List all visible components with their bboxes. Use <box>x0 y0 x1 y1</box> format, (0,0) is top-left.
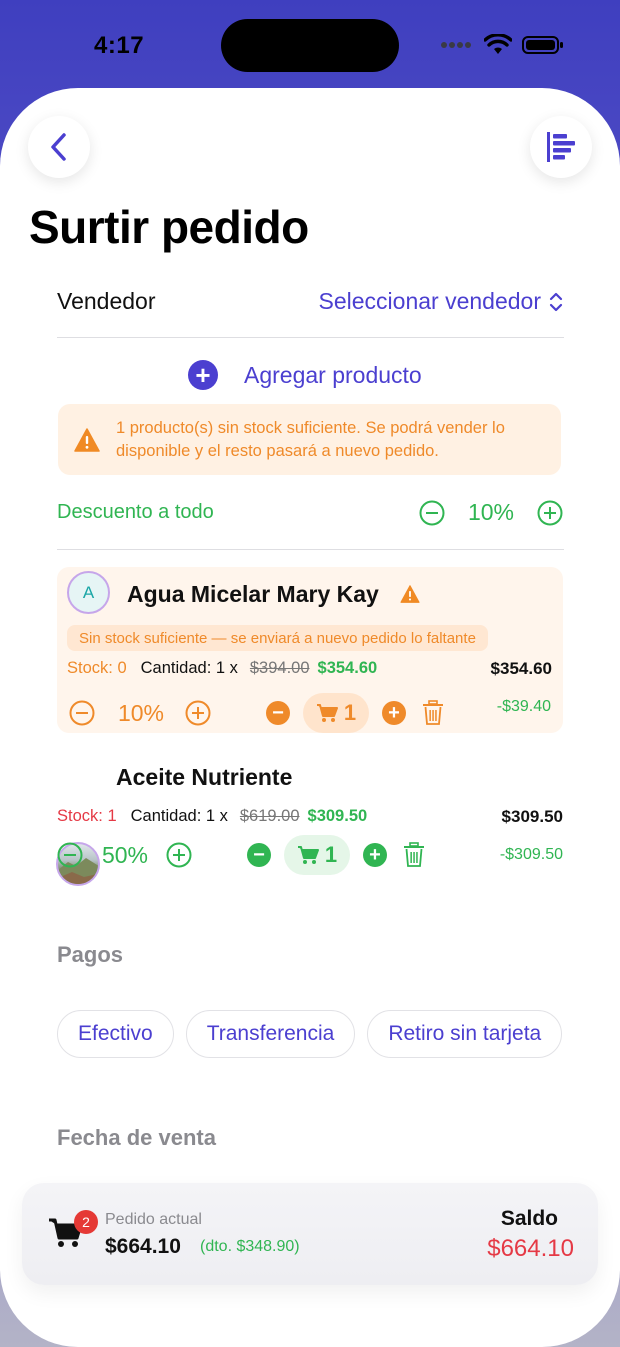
wifi-icon <box>484 34 512 54</box>
warning-triangle-icon <box>400 585 420 603</box>
product-controls: 10% − 1 + <box>69 693 444 733</box>
battery-icon <box>522 36 563 54</box>
chevron-up-down-icon <box>549 292 563 311</box>
cart-icon <box>297 846 319 864</box>
product-card: A Agua Micelar Mary Kay Sin stock sufici… <box>57 567 563 733</box>
order-summary-bar[interactable]: 2 Pedido actual $664.10 (dto. $348.90) S… <box>22 1183 598 1285</box>
add-product-label: Agregar producto <box>244 361 422 388</box>
discount-all-stepper: 10% <box>419 499 563 526</box>
product-line-info: Stock: 1 Cantidad: 1 x $619.00 $309.50 <box>57 807 367 826</box>
payment-chip-cash[interactable]: Efectivo <box>57 1010 174 1058</box>
cart-count-badge: 2 <box>74 1210 98 1234</box>
stock-warning-banner: 1 producto(s) sin stock suficiente. Se p… <box>58 404 561 475</box>
order-discount: (dto. $348.90) <box>200 1238 300 1255</box>
quantity-text: Cantidad: 1 x <box>130 807 228 825</box>
order-total: $664.10 <box>105 1235 181 1258</box>
saving-amount: -$309.50 <box>499 846 563 863</box>
plus-circle-icon[interactable] <box>185 700 211 726</box>
product-discount-value: 50% <box>101 841 149 868</box>
product-discount-value: 10% <box>117 699 165 726</box>
warning-text: 1 producto(s) sin stock suficiente. Se p… <box>116 418 505 460</box>
status-bar: 4:17 <box>0 0 620 90</box>
vendor-label: Vendedor <box>57 288 156 314</box>
cart-qty-value: 1 <box>343 700 357 725</box>
cart-icon <box>316 704 338 722</box>
line-total: $354.60 <box>490 659 552 678</box>
discounted-price: $354.60 <box>317 659 378 677</box>
signal-icon <box>441 42 471 48</box>
balance-value: $664.10 <box>487 1235 574 1262</box>
stock-value: 0 <box>117 659 127 677</box>
sale-date-title: Fecha de venta <box>57 1125 216 1150</box>
stock-note: Sin stock suficiente — se enviará a nuev… <box>67 625 488 651</box>
order-label: Pedido actual <box>105 1211 202 1228</box>
trash-icon[interactable] <box>403 842 425 868</box>
summary-menu-button[interactable] <box>530 116 592 178</box>
plus-circle-icon[interactable] <box>166 842 192 868</box>
list-lines-icon <box>547 132 575 162</box>
payment-chip-cardless[interactable]: Retiro sin tarjeta <box>367 1010 563 1058</box>
stock-value: 1 <box>107 807 117 825</box>
discounted-price: $309.50 <box>307 807 368 825</box>
plus-circle-icon: + <box>188 360 218 390</box>
stock-label: Stock: <box>67 659 113 677</box>
minus-circle-icon[interactable] <box>419 500 445 526</box>
divider <box>57 337 564 338</box>
cart-quantity-pill: 1 <box>303 693 369 733</box>
minus-circle-icon[interactable] <box>69 700 95 726</box>
saving-amount: -$39.40 <box>496 698 551 715</box>
cart-qty-value: 1 <box>324 842 338 867</box>
stock-info: Stock: 1 <box>57 807 117 826</box>
cart-quantity-pill: 1 <box>284 835 350 875</box>
dynamic-island <box>221 19 399 72</box>
quantity-text: Cantidad: 1 x <box>140 659 238 677</box>
discount-all-label: Descuento a todo <box>57 501 214 523</box>
order-sheet: Surtir pedido Vendedor Seleccionar vende… <box>0 88 620 1347</box>
status-icons <box>440 34 564 56</box>
payment-options: Efectivo Transferencia Retiro sin tarjet… <box>57 1010 563 1058</box>
back-button[interactable] <box>28 116 90 178</box>
increase-qty-button[interactable]: + <box>382 701 406 725</box>
stock-info: Stock: 0 <box>67 659 127 678</box>
add-product-button[interactable]: + Agregar producto <box>188 360 422 390</box>
discount-all-value: 10% <box>467 499 515 525</box>
payment-chip-transfer[interactable]: Transferencia <box>185 1010 356 1058</box>
minus-circle-icon[interactable] <box>57 842 83 868</box>
increase-qty-button[interactable]: + <box>363 843 387 867</box>
decrease-qty-button[interactable]: − <box>266 701 290 725</box>
stock-label: Stock: <box>57 807 103 825</box>
product-name: Agua Micelar Mary Kay <box>127 581 379 607</box>
vendor-select[interactable]: Seleccionar vendedor <box>319 288 563 315</box>
divider <box>57 549 564 550</box>
product-controls: 50% − 1 + <box>57 835 425 875</box>
original-price: $394.00 <box>249 659 310 677</box>
product-avatar: A <box>67 571 110 614</box>
product-line-info: Stock: 0 Cantidad: 1 x $394.00 $354.60 <box>67 659 377 678</box>
original-price: $619.00 <box>239 807 300 825</box>
chevron-left-icon <box>51 133 66 161</box>
page-title: Surtir pedido <box>29 201 309 253</box>
payments-title: Pagos <box>57 942 124 967</box>
line-total: $309.50 <box>501 807 563 826</box>
warning-triangle-icon <box>74 427 100 452</box>
status-time: 4:17 <box>94 32 145 59</box>
vendor-select-value: Seleccionar vendedor <box>318 288 541 314</box>
product-name: Aceite Nutriente <box>116 764 293 790</box>
balance-label: Saldo <box>500 1207 558 1230</box>
trash-icon[interactable] <box>422 700 444 726</box>
plus-circle-icon[interactable] <box>537 500 563 526</box>
decrease-qty-button[interactable]: − <box>247 843 271 867</box>
